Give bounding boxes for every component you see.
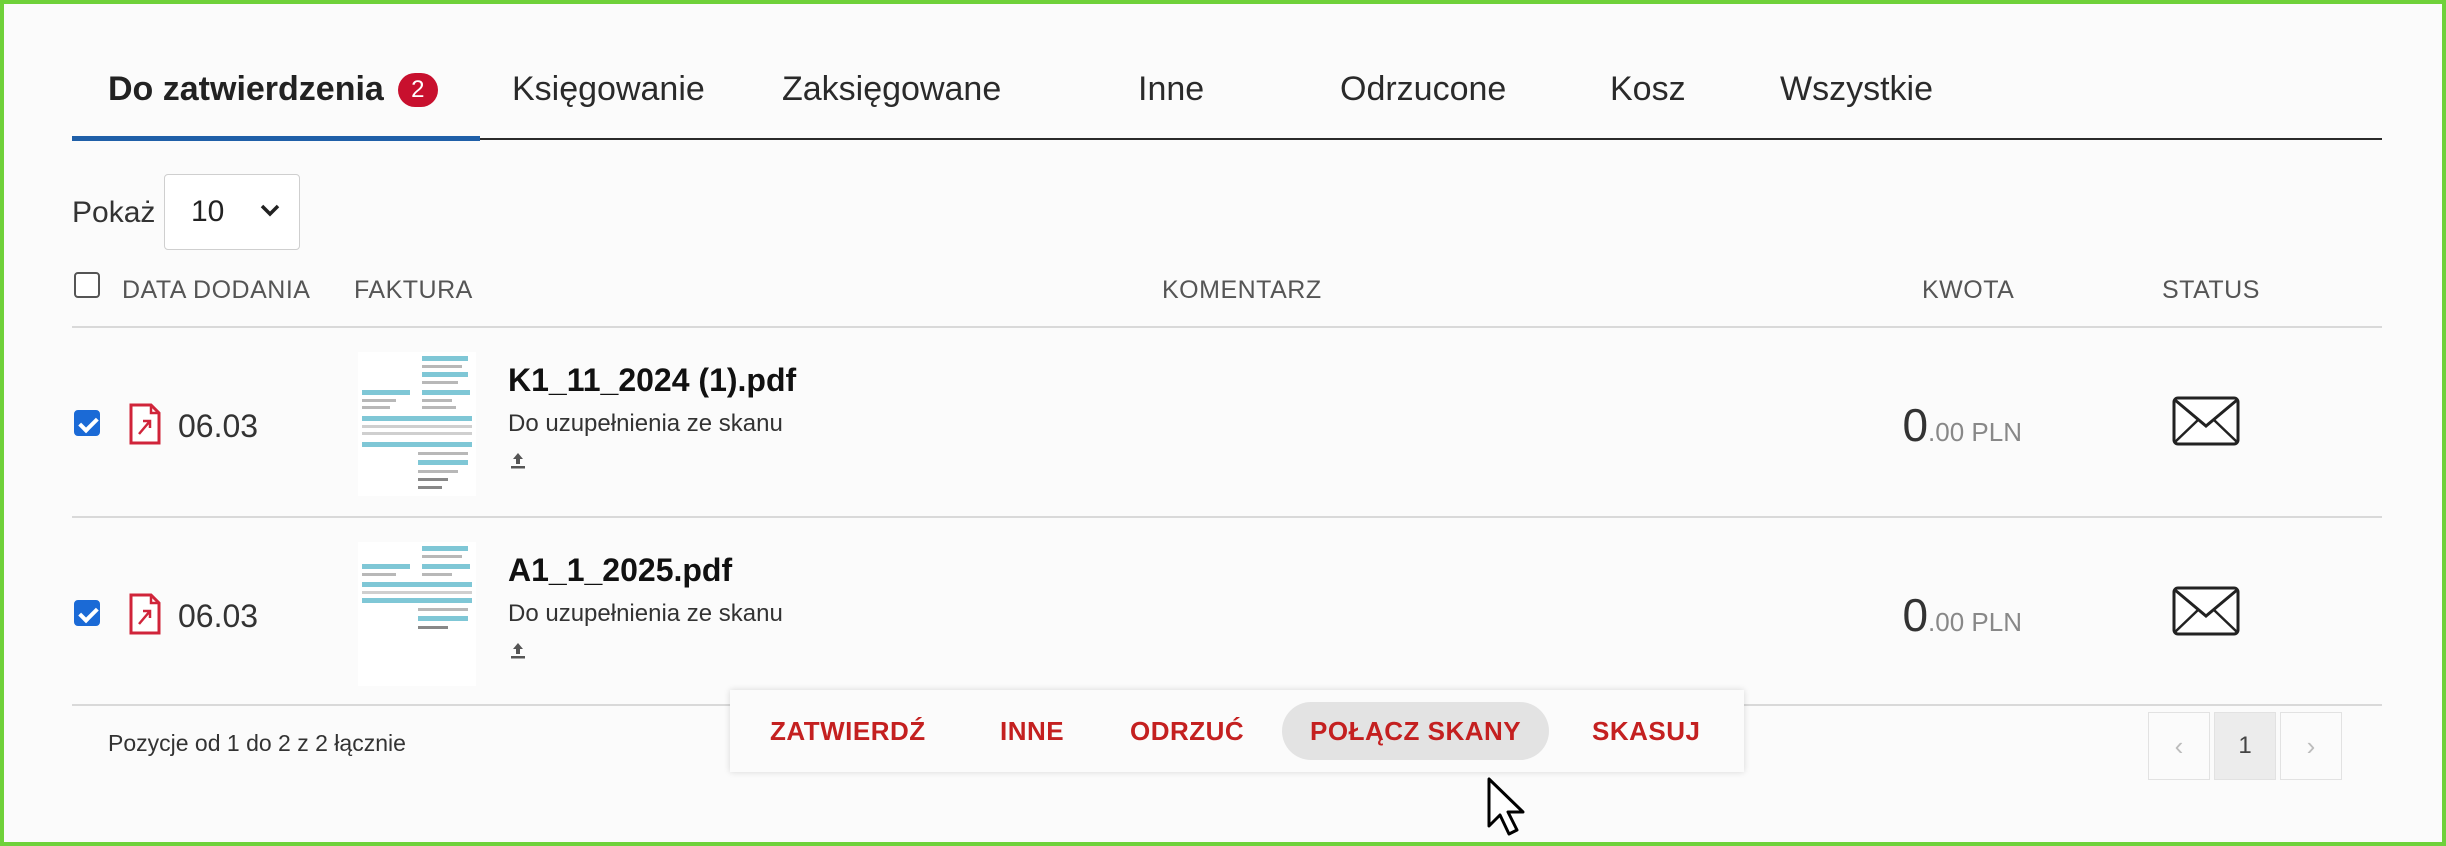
upload-icon[interactable] (508, 450, 528, 470)
file-name[interactable]: K1_11_2024 (1).pdf (508, 362, 796, 399)
page-size-select[interactable]: 10 (164, 174, 300, 250)
row-date: 06.03 (178, 408, 259, 444)
pdf-file-icon (129, 403, 161, 445)
amount-decimal: .00 PLN (1928, 417, 2022, 447)
delete-button[interactable]: SKASUJ (1592, 716, 1700, 747)
mouse-cursor-icon (1487, 777, 1525, 836)
amount-decimal: .00 PLN (1928, 607, 2022, 637)
merge-scans-button[interactable]: POŁĄCZ SKANY (1282, 702, 1550, 760)
reject-button[interactable]: ODRZUĆ (1130, 716, 1244, 747)
header-divider (72, 326, 2382, 328)
tab-ksiegowanie[interactable]: Księgowanie (512, 70, 705, 109)
pagination-prev-button[interactable]: ‹ (2148, 712, 2210, 780)
file-name[interactable]: A1_1_2025.pdf (508, 552, 732, 589)
column-header-date[interactable]: DATA DODANIA (122, 276, 310, 305)
pagination-info: Pozycje od 1 do 2 z 2 łącznie (108, 730, 406, 756)
pdf-file-icon (129, 593, 161, 635)
column-header-comment: KOMENTARZ (1162, 276, 1322, 304)
row-amount: 0.00 PLN (1902, 398, 2022, 452)
tab-inne[interactable]: Inne (1138, 70, 1204, 109)
pagination-page-1[interactable]: 1 (2214, 712, 2276, 780)
app-frame: Do zatwierdzenia 2 Księgowanie Zaksięgowa… (0, 0, 2446, 846)
column-header-amount[interactable]: KWOTA (1922, 276, 2014, 305)
amount-integer: 0 (1902, 589, 1929, 641)
tab-zaksiegowane[interactable]: Zaksięgowane (782, 70, 1001, 109)
page-size-value: 10 (191, 195, 225, 228)
invoice-thumbnail[interactable] (358, 542, 476, 686)
column-header-invoice[interactable]: FAKTURA (354, 276, 473, 305)
upload-icon[interactable] (508, 640, 528, 660)
tab-label: Do zatwierdzenia (108, 70, 384, 108)
chevron-down-icon (260, 204, 280, 217)
count-badge: 2 (397, 73, 438, 107)
page-size-label: Pokaż (72, 196, 156, 229)
row-amount: 0.00 PLN (1902, 588, 2022, 642)
select-all-checkbox[interactable] (74, 272, 100, 298)
tab-do-zatwierdzenia[interactable]: Do zatwierdzenia 2 (108, 70, 438, 109)
active-tab-indicator (72, 136, 480, 141)
row-checkbox[interactable] (74, 600, 100, 626)
pagination-next-button[interactable]: › (2280, 712, 2342, 780)
envelope-icon[interactable] (2172, 396, 2240, 446)
tab-bar: Do zatwierdzenia 2 Księgowanie Zaksięgowa… (72, 48, 2382, 141)
row-divider (72, 516, 2382, 518)
tab-wszystkie[interactable]: Wszystkie (1780, 70, 1933, 109)
file-comment: Do uzupełnienia ze skanu (508, 600, 783, 627)
row-checkbox[interactable] (74, 410, 100, 436)
table-row: 06.03 A1_1_2025.pdf Do uzupełnienia ze s… (72, 522, 2382, 706)
tab-odrzucone[interactable]: Odrzucone (1340, 70, 1506, 109)
tab-kosz[interactable]: Kosz (1610, 70, 1686, 109)
amount-integer: 0 (1902, 399, 1929, 451)
column-header-status[interactable]: STATUS (2162, 276, 2260, 305)
approve-button[interactable]: ZATWIERDŹ (770, 716, 926, 747)
bulk-action-bar: ZATWIERDŹ INNE ODRZUĆ POŁĄCZ SKANY SKASU… (730, 690, 1744, 772)
other-button[interactable]: INNE (1000, 716, 1064, 747)
envelope-icon[interactable] (2172, 586, 2240, 636)
row-date: 06.03 (178, 598, 259, 634)
table-row: 06.03 K1_11_2024 (1).pdf Do uzupełnienia… (72, 332, 2382, 516)
invoice-thumbnail[interactable] (358, 352, 476, 496)
file-comment: Do uzupełnienia ze skanu (508, 410, 783, 437)
